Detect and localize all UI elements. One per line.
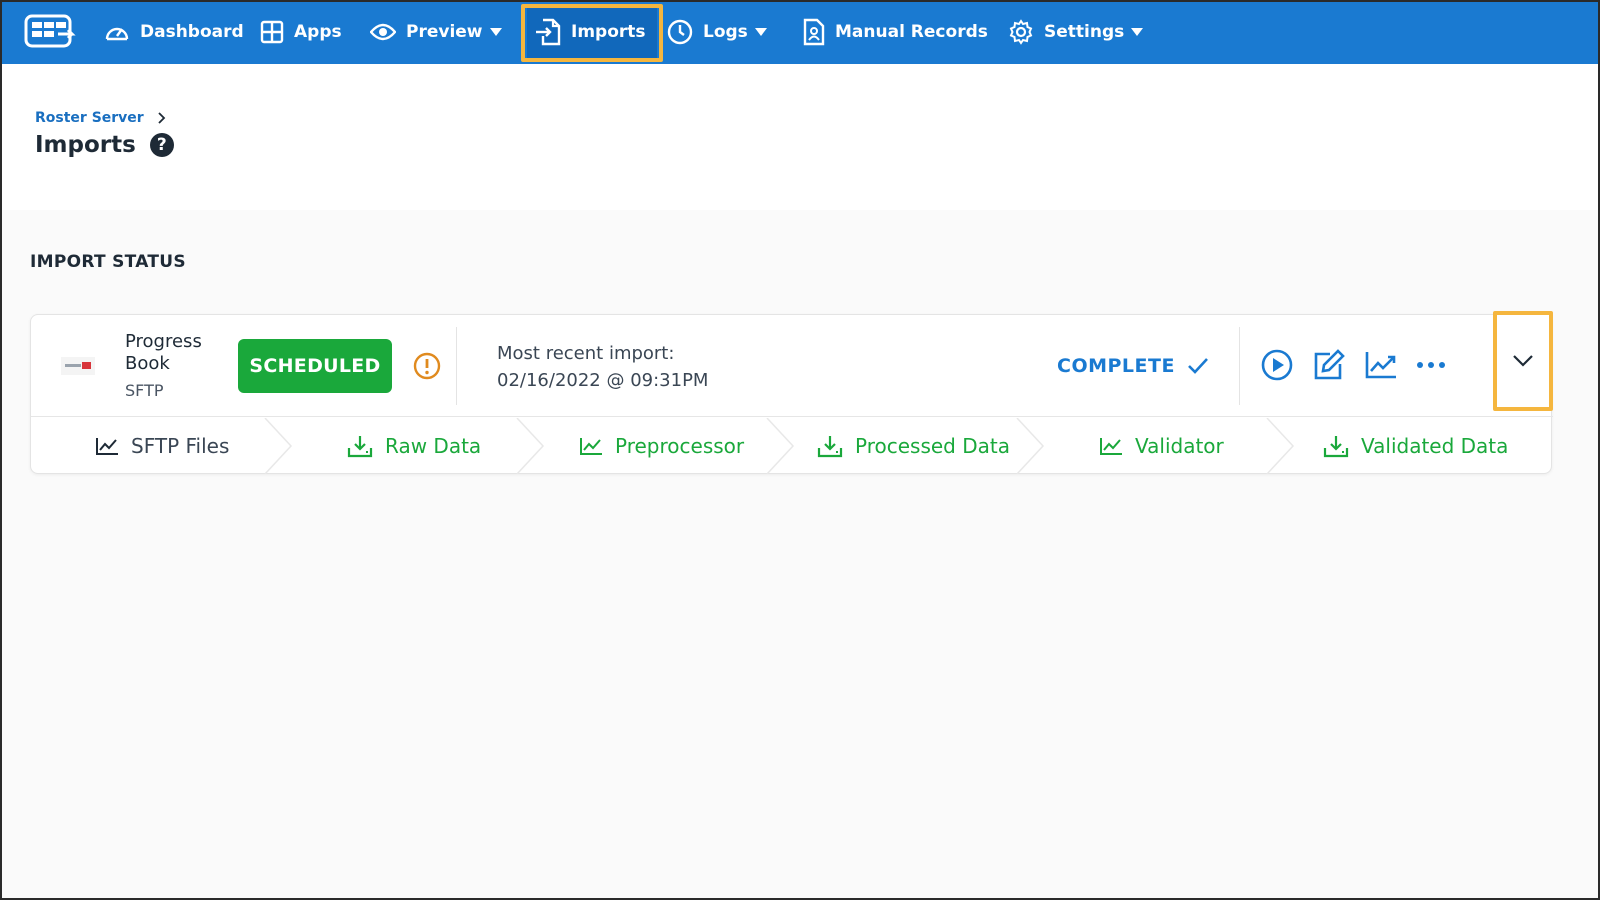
import-card-summary: Progress Book SFTP SCHEDULED Most recent… (31, 311, 1553, 417)
play-icon[interactable] (1261, 349, 1293, 381)
gear-icon (1009, 19, 1033, 45)
download-icon (1323, 436, 1349, 458)
divider (456, 327, 457, 405)
expand-button[interactable] (1493, 311, 1553, 411)
nav-dashboard[interactable]: Dashboard (104, 0, 244, 64)
page-title-text: Imports (35, 132, 136, 158)
step-label: Raw Data (385, 434, 482, 458)
step-validator[interactable]: Validator (1099, 418, 1224, 474)
source-name: Progress Book (125, 331, 202, 374)
warning-icon[interactable] (413, 352, 441, 380)
chart-icon[interactable] (1364, 349, 1398, 381)
nav-imports-label: Imports (571, 22, 646, 42)
chart-icon (96, 438, 118, 455)
breadcrumb: Roster Server (35, 110, 166, 126)
step-validated-data[interactable]: Validated Data (1323, 418, 1508, 474)
nav-apps-label: Apps (294, 22, 342, 42)
step-separator (1016, 418, 1045, 474)
import-card: Progress Book SFTP SCHEDULED Most recent… (30, 311, 1553, 474)
pipeline-steps: SFTP Files Raw Data Preprocessor Process… (31, 418, 1553, 474)
step-separator (766, 418, 795, 474)
progressbook-logo-icon (61, 357, 95, 375)
nav-logs-label: Logs (703, 22, 748, 42)
more-options-icon[interactable] (1415, 355, 1447, 375)
chevron-down-icon (1513, 355, 1533, 367)
step-preprocessor[interactable]: Preprocessor (579, 418, 744, 474)
step-label: Validator (1135, 434, 1224, 458)
divider (1239, 327, 1240, 405)
download-icon (347, 436, 373, 458)
app-logo-icon[interactable] (22, 12, 78, 52)
recent-import-date: 02/16/2022 @ 09:31PM (497, 370, 709, 391)
step-raw-data[interactable]: Raw Data (347, 418, 481, 474)
grid-icon (260, 20, 284, 44)
clock-icon (667, 19, 693, 45)
nav-apps[interactable]: Apps (260, 0, 342, 64)
caret-down-icon (1131, 28, 1144, 36)
chevron-right-icon (158, 112, 165, 124)
edit-icon[interactable] (1312, 349, 1346, 381)
section-title: IMPORT STATUS (30, 252, 186, 272)
recent-import-label: Most recent import: (497, 343, 675, 364)
step-label: SFTP Files (131, 434, 230, 458)
step-label: Processed Data (855, 434, 1010, 458)
breadcrumb-link[interactable]: Roster Server (35, 110, 144, 126)
step-label: Preprocessor (615, 434, 745, 458)
nav-settings-label: Settings (1044, 22, 1125, 42)
step-separator (516, 418, 545, 474)
nav-preview-label: Preview (406, 22, 483, 42)
import-result-label: COMPLETE (1057, 355, 1175, 377)
page-title: Imports ? (35, 132, 174, 158)
import-result: COMPLETE (1057, 355, 1209, 377)
help-icon[interactable]: ? (149, 133, 174, 157)
nav-imports[interactable]: Imports (521, 0, 665, 64)
caret-down-icon (489, 28, 502, 36)
document-user-icon (803, 18, 825, 46)
chart-icon (580, 438, 602, 455)
top-navbar: Dashboard Apps Preview Imports Logs Manu… (0, 0, 1600, 64)
nav-preview[interactable]: Preview (370, 0, 503, 64)
nav-dashboard-label: Dashboard (140, 22, 244, 42)
caret-down-icon (754, 28, 767, 36)
step-label: Validated Data (1361, 434, 1509, 458)
nav-logs[interactable]: Logs (667, 0, 768, 64)
nav-manual-records[interactable]: Manual Records (803, 0, 988, 64)
step-processed-data[interactable]: Processed Data (817, 418, 1010, 474)
main-content: IMPORT STATUS Progress Book SFTP SCHEDUL… (2, 210, 1598, 898)
gauge-icon (105, 27, 129, 41)
step-sftp-files[interactable]: SFTP Files (95, 418, 229, 474)
page-header: Roster Server Imports ? (2, 64, 1598, 210)
download-icon (817, 436, 843, 458)
nav-settings[interactable]: Settings (1008, 0, 1144, 64)
step-separator (264, 418, 293, 474)
chart-icon (1100, 438, 1122, 455)
source-type: SFTP (125, 381, 164, 400)
check-icon (1188, 358, 1208, 374)
nav-manual-records-label: Manual Records (835, 22, 988, 42)
import-icon (536, 18, 561, 46)
step-separator (1266, 418, 1295, 474)
status-badge: SCHEDULED (238, 339, 392, 393)
eye-icon (370, 23, 396, 41)
